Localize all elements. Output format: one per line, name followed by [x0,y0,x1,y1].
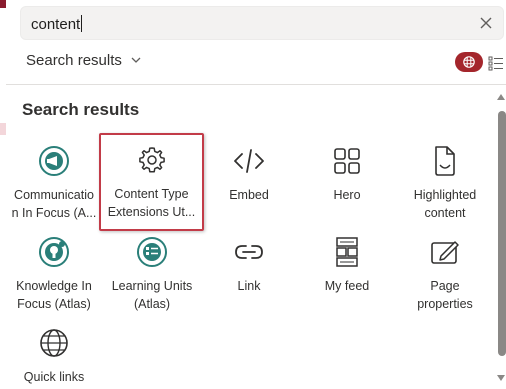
webpart-tile[interactable]: Learning Units (Atlas) [103,227,201,317]
chevron-down-icon [131,57,141,63]
feed-icon [330,235,364,269]
search-input[interactable]: content [31,15,83,33]
webpart-tile[interactable]: Hero [298,136,396,226]
webpart-tile[interactable]: Communicatio n In Focus (A... [5,136,103,226]
scroll-down-arrow[interactable] [497,375,505,381]
webpart-tile[interactable]: Knowledge In Focus (Atlas) [5,227,103,317]
hero-grid-icon [330,144,364,178]
close-icon [480,17,492,29]
page-properties-icon [428,235,462,269]
webpart-tile[interactable]: Link [200,227,298,317]
webpart-tile[interactable]: Quick links [5,318,103,389]
results-filter-dropdown[interactable]: Search results [26,50,142,70]
section-title: Search results [22,100,140,119]
knowledge-icon [37,235,71,269]
clear-search-button[interactable] [475,12,497,34]
gear-icon [135,143,169,177]
code-icon [232,144,266,178]
search-box[interactable]: content [20,6,504,40]
link-icon [232,235,266,269]
list-view-icon[interactable] [488,55,504,71]
megaphone-icon [37,144,71,178]
grid-view-button[interactable] [455,52,483,72]
filter-label: Search results [26,51,122,69]
webpart-tile[interactable]: Page properties [396,227,494,317]
learning-list-icon [135,235,169,269]
webpart-picker-panel: content Search results Search results Co… [6,0,506,389]
webpart-tile[interactable]: My feed [298,227,396,317]
divider [6,84,506,85]
globe-icon [37,326,71,360]
webpart-tile[interactable]: Highlighted content [396,136,494,226]
scroll-thumb[interactable] [498,111,506,356]
scroll-up-arrow[interactable] [497,94,505,100]
document-icon [428,144,462,178]
webpart-tile[interactable]: Embed [200,136,298,226]
grid-icon [463,56,475,68]
webpart-tile-selected[interactable]: Content Type Extensions Ut... [99,133,204,231]
